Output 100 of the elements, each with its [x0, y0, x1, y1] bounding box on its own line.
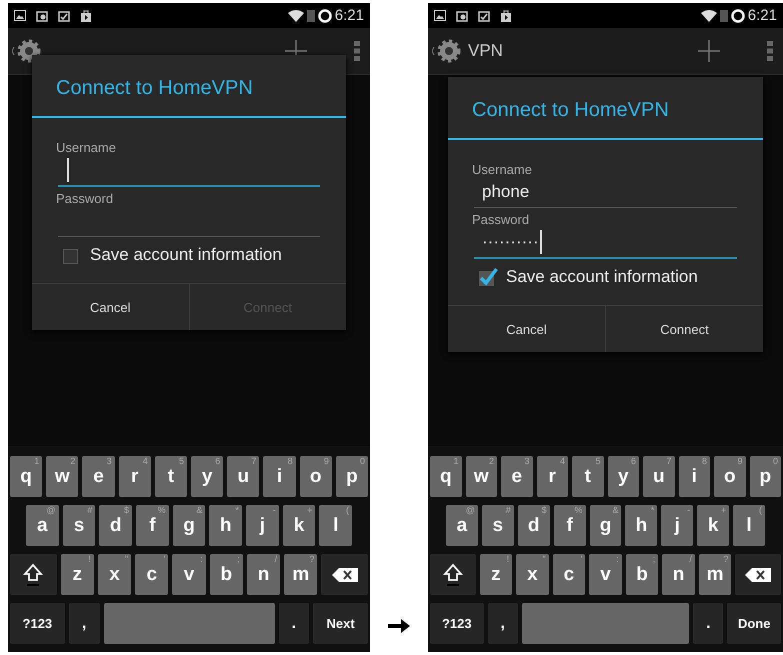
keyboard-key[interactable]: ! z [480, 554, 512, 595]
keyboard-key[interactable]: # s [482, 505, 514, 546]
keyboard-key[interactable]: 5 t [154, 456, 188, 497]
keyboard-key[interactable]: ! z [60, 554, 94, 595]
shift-icon [23, 562, 44, 586]
keyboard-key[interactable]: 7 u [643, 456, 674, 497]
field-label: Password [472, 212, 530, 227]
action-bar-title: VPN [468, 41, 503, 61]
calendar-icon [36, 10, 48, 22]
action-key[interactable]: Done [727, 603, 781, 644]
keyboard-key[interactable]: 1 q [10, 456, 42, 497]
keyboard-key[interactable]: 2 w [466, 456, 497, 497]
keyboard-key[interactable]: 4 r [118, 456, 151, 497]
keyboard-key[interactable]: 6 y [191, 456, 224, 497]
checkbox-label: Save account information [506, 267, 698, 287]
wifi-icon [288, 10, 304, 22]
keyboard-key[interactable]: 8 i [678, 456, 710, 497]
dialog-title: Connect to HomeVPN [448, 77, 763, 140]
keyboard-key[interactable]: ( l [733, 505, 766, 546]
add-icon[interactable] [697, 39, 721, 63]
keyboard-key[interactable]: % f [136, 505, 169, 546]
clipboard-icon [478, 10, 490, 22]
backspace-key[interactable] [735, 554, 781, 595]
keyboard-key[interactable]: 9 o [300, 456, 332, 497]
input-field[interactable] [58, 155, 320, 187]
symbols-key[interactable]: ?123 [10, 603, 65, 644]
keyboard-key[interactable]: * h [209, 505, 242, 546]
image-icon [434, 10, 446, 20]
keyboard-key[interactable]: # s [62, 505, 96, 546]
keyboard-key[interactable]: 7 u [227, 456, 260, 497]
arrow-icon [388, 618, 410, 634]
overflow-menu-icon[interactable] [767, 41, 773, 61]
keyboard-key[interactable]: 0 p [336, 456, 368, 497]
checkbox[interactable] [478, 267, 498, 287]
keyboard-key[interactable]: / n [246, 554, 280, 595]
keyboard-key[interactable]: 1 q [430, 456, 462, 497]
keyboard-key[interactable]: & g [590, 505, 622, 546]
keyboard-key[interactable]: / n [662, 554, 695, 595]
keyboard-key[interactable]: & g [172, 505, 206, 546]
backspace-icon [745, 568, 772, 582]
keyboard-key[interactable]: $ d [99, 505, 132, 546]
keyboard-key[interactable]: 6 y [608, 456, 639, 497]
period-key[interactable]: . [693, 603, 724, 644]
keyboard-key[interactable]: - j [246, 505, 279, 546]
shift-key[interactable] [430, 554, 476, 595]
keyboard-key[interactable]: 4 r [536, 456, 568, 497]
keyboard-key[interactable]: 9 o [714, 456, 746, 497]
shopping-bag-icon [80, 10, 92, 22]
cancel-button[interactable]: Cancel [448, 306, 605, 352]
backspace-key[interactable] [321, 554, 368, 595]
keyboard-key[interactable]: $ d [518, 505, 550, 546]
comma-key[interactable]: , [488, 603, 518, 644]
keyboard-key[interactable]: ' c [135, 554, 168, 595]
keyboard-key[interactable]: : v [589, 554, 622, 595]
keyboard-key[interactable]: 3 e [82, 456, 115, 497]
keyboard-key[interactable]: ; b [626, 554, 658, 595]
field-label: Password [56, 191, 114, 206]
keyboard-key[interactable]: 0 p [750, 456, 781, 497]
keyboard-key[interactable]: ' c [552, 554, 586, 595]
keyboard-key[interactable]: 3 e [501, 456, 532, 497]
field-label: Username [472, 162, 533, 177]
keyboard-key[interactable]: " x [516, 554, 549, 595]
keyboard-key[interactable]: ; b [210, 554, 243, 595]
keyboard-key[interactable]: + k [697, 505, 730, 546]
keyboard-key[interactable]: - j [661, 505, 694, 546]
keyboard-key[interactable]: 2 w [46, 456, 78, 497]
keyboard-key[interactable]: 8 i [263, 456, 296, 497]
keyboard-key[interactable]: ? m [698, 554, 732, 595]
keyboard-key[interactable]: % f [554, 505, 586, 546]
action-key[interactable]: Next [313, 603, 368, 644]
shift-key[interactable] [10, 554, 57, 595]
keyboard-key[interactable]: ? m [284, 554, 318, 595]
wifi-icon [700, 10, 717, 22]
keyboard-key[interactable]: @ a [446, 505, 478, 546]
battery-ring-icon [730, 8, 745, 22]
checkbox-label: Save account information [90, 245, 282, 265]
keyboard-key[interactable]: " x [98, 554, 132, 595]
comma-key[interactable]: , [68, 603, 100, 644]
keyboard-key[interactable]: @ a [26, 505, 59, 546]
symbols-key[interactable]: ?123 [430, 603, 484, 644]
connect-button[interactable]: Connect [605, 306, 763, 352]
keyboard-key[interactable]: : v [172, 554, 206, 595]
backspace-icon [332, 568, 358, 582]
keyboard-key[interactable]: + k [282, 505, 316, 546]
battery-ring-icon [318, 8, 332, 22]
cancel-button[interactable]: Cancel [32, 284, 188, 330]
shift-icon [442, 562, 463, 586]
field-label: Username [56, 140, 117, 155]
image-icon [14, 10, 26, 20]
input-field[interactable]: ·········· [474, 227, 737, 259]
overflow-menu-icon[interactable] [354, 41, 360, 61]
keyboard-key[interactable]: 5 t [572, 456, 604, 497]
settings-icon[interactable] [432, 37, 462, 65]
keyboard-key[interactable]: ( l [319, 505, 352, 546]
dialog-title: Connect to HomeVPN [32, 55, 346, 118]
sim-icon [720, 10, 728, 22]
input-field[interactable]: phone [474, 177, 737, 208]
clipboard-icon [58, 10, 70, 22]
keyboard-key[interactable]: * h [625, 505, 658, 546]
period-key[interactable]: . [278, 603, 310, 644]
